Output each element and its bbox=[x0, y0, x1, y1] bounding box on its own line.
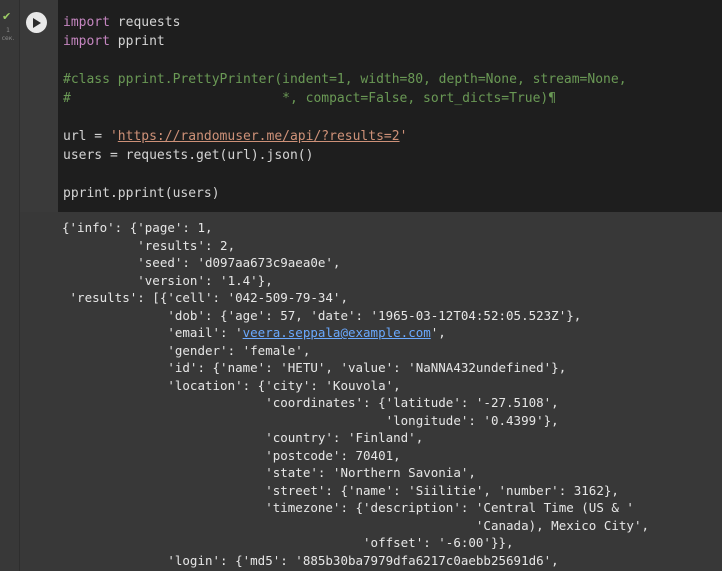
check-icon: ✔ bbox=[2, 10, 12, 23]
output-line: 'state': 'Northern Savonia', bbox=[62, 465, 476, 480]
output-line: 'dob': {'age': 57, 'date': '1965-03-12T0… bbox=[62, 307, 582, 323]
output-line: 'coordinates': {'latitude': '-27.5108', bbox=[62, 395, 559, 410]
output-line: 'postcode': 70401, bbox=[62, 447, 401, 463]
code-line-2: import pprint bbox=[63, 34, 165, 49]
output-line: 'country': 'Finland', bbox=[62, 430, 424, 445]
code-text[interactable]: import requests import pprint #class ppr… bbox=[63, 13, 627, 203]
execution-count: 1 bbox=[6, 27, 10, 34]
output-line: 'version': '1.4'}, bbox=[62, 272, 273, 288]
output-line: 'longitude': '0.4399'}, bbox=[62, 412, 559, 428]
output-line: 'results': [{'cell': '042-509-79-34', bbox=[62, 290, 348, 305]
output-line: 'results': 2, bbox=[62, 237, 236, 253]
code-pprint-line: pprint.pprint(users) bbox=[63, 186, 220, 201]
output-line: 'location': {'city': 'Kouvola', bbox=[62, 377, 401, 393]
output-line: 'login': {'md5': '885b30ba7979dfa6217c0a… bbox=[62, 552, 559, 568]
output-line: 'timezone': {'description': 'Central Tim… bbox=[62, 500, 634, 515]
play-icon bbox=[32, 17, 41, 28]
code-users-line: users = requests.get(url).json() bbox=[63, 148, 314, 163]
api-url-link[interactable]: https://randomuser.me/api/?results=2 bbox=[118, 129, 400, 144]
execution-unit: сек. bbox=[1, 35, 15, 42]
output-line: {'info': {'page': 1, bbox=[62, 220, 213, 235]
cell-gutter: ✔ 1 сек. bbox=[0, 0, 20, 571]
email-link[interactable]: veera.seppala@example.com bbox=[243, 325, 431, 340]
code-url-line: url = 'https://randomuser.me/api/?result… bbox=[63, 129, 408, 144]
output-line: 'id': {'name': 'HETU', 'value': 'NaNNA43… bbox=[62, 360, 567, 375]
output-line: 'gender': 'female', bbox=[62, 342, 311, 358]
code-comment-1: #class pprint.PrettyPrinter(indent=1, wi… bbox=[63, 72, 627, 87]
execution-time: 1 сек. bbox=[0, 27, 16, 43]
run-cell-button[interactable] bbox=[26, 12, 47, 33]
cell-output: {'info': {'page': 1, 'results': 2, 'seed… bbox=[62, 219, 649, 569]
output-line: 'seed': 'd097aa673c9aea0e', bbox=[62, 255, 341, 270]
code-comment-2: # *, compact=False, sort_dicts=True)¶ bbox=[63, 91, 557, 106]
output-line: 'street': {'name': 'Siilitie', 'number':… bbox=[62, 482, 619, 498]
output-email-line: 'email': 'veera.seppala@example.com', bbox=[62, 325, 446, 340]
code-cell-editor[interactable]: import requests import pprint #class ppr… bbox=[58, 0, 722, 212]
code-line-1: import requests bbox=[63, 15, 181, 30]
output-line: 'Canada), Mexico City', bbox=[62, 517, 649, 533]
output-line: 'offset': '-6:00'}}, bbox=[62, 535, 514, 550]
